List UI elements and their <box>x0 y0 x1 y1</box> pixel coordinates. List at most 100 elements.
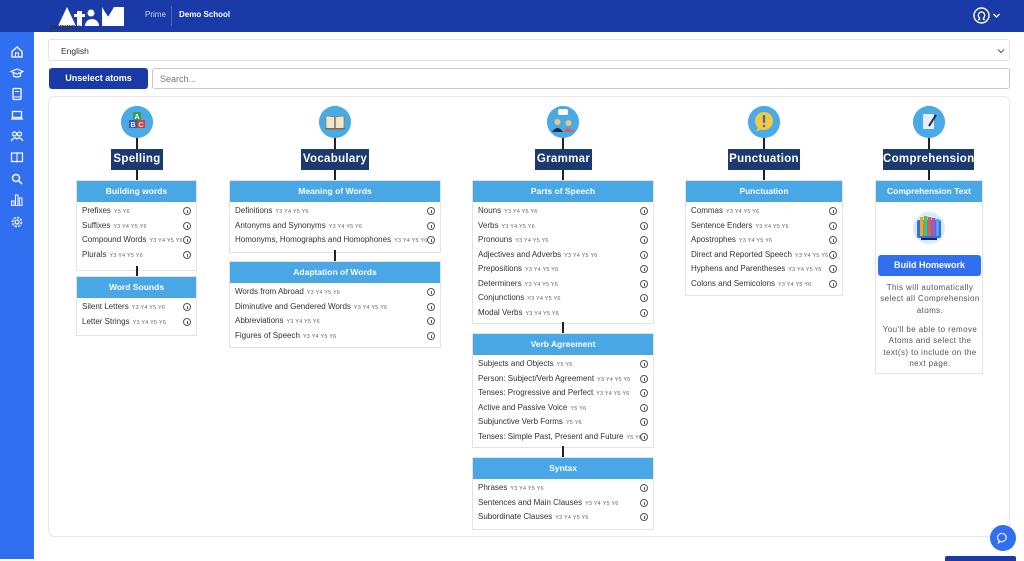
gear-icon[interactable] <box>10 215 24 229</box>
atom-item[interactable]: Figures of Speech Y3 Y4 Y5 Y6 <box>230 329 440 344</box>
atom-item[interactable]: Sentences and Main Clauses Y3 Y4 Y5 Y6 <box>473 496 653 511</box>
info-icon[interactable] <box>640 403 648 412</box>
info-icon[interactable] <box>829 236 837 244</box>
info-icon[interactable] <box>640 432 648 441</box>
nav-school-name[interactable]: Demo School <box>179 10 230 19</box>
atom-label: Definitions <box>235 206 273 215</box>
info-icon[interactable] <box>640 418 648 426</box>
atom-item[interactable]: Prefixes Y5 Y6 <box>77 204 196 219</box>
info-icon[interactable] <box>640 236 648 244</box>
atom-item[interactable]: Words from Abroad Y3 Y4 Y5 Y6 <box>230 285 440 300</box>
atom-item[interactable]: Subordinate Clauses Y3 Y4 Y5 Y6 <box>473 510 653 525</box>
year-tags: Y3 Y4 Y5 Y6 <box>525 267 559 273</box>
info-icon[interactable] <box>640 374 648 383</box>
chat-button[interactable] <box>990 525 1016 551</box>
atom-item[interactable]: Compound Words Y3 Y4 Y5 Y6 <box>77 233 196 248</box>
home-icon[interactable] <box>10 45 24 59</box>
atom-item[interactable]: Plurals Y3 Y4 Y5 Y6 <box>77 248 196 263</box>
connector-line <box>334 170 336 180</box>
info-icon[interactable] <box>183 317 191 326</box>
atom-item[interactable]: Commas Y3 Y4 Y5 Y6 <box>686 204 842 219</box>
atom-item[interactable]: Adjectives and Adverbs Y3 Y4 Y5 Y6 <box>473 248 653 263</box>
subject-select[interactable]: English <box>48 39 1010 61</box>
atom-item[interactable]: Colons and Semicolons Y3 Y4 Y5 Y6 <box>686 277 842 292</box>
open-book-icon[interactable] <box>10 150 24 164</box>
atom-label: Verbs <box>478 220 499 230</box>
atom-item[interactable]: Nouns Y3 Y4 Y5 Y6 <box>473 204 653 219</box>
user-avatar-icon[interactable] <box>973 7 990 24</box>
info-icon[interactable] <box>640 360 648 368</box>
atom-item[interactable]: Verbs Y3 Y4 Y5 Y6 <box>473 219 653 234</box>
info-icon[interactable] <box>427 302 435 311</box>
atom-item[interactable]: Antonyms and Synonyms Y3 Y4 Y5 Y6 <box>230 219 440 234</box>
info-icon[interactable] <box>640 484 648 492</box>
chevron-down-icon[interactable] <box>992 11 1001 20</box>
atom-item[interactable]: Suffixes Y3 Y4 Y5 Y6 <box>77 219 196 234</box>
info-icon[interactable] <box>183 207 191 215</box>
atom-item[interactable]: Homonyms, Homographs and Homophones Y3 Y4… <box>230 233 440 248</box>
info-icon[interactable] <box>829 221 837 230</box>
atom-item[interactable]: Diminutive and Gendered Words Y3 Y4 Y5 Y6 <box>230 300 440 315</box>
info-icon[interactable] <box>640 279 648 288</box>
info-icon[interactable] <box>640 498 648 507</box>
atom-item[interactable]: Abbreviations Y3 Y4 Y5 Y6 <box>230 314 440 329</box>
atom-item[interactable]: Conjunctions Y3 Y4 Y5 Y6 <box>473 291 653 306</box>
atom-item[interactable]: Person: Subject/Verb Agreement Y3 Y4 Y5 Y… <box>473 372 653 387</box>
build-homework-button[interactable]: Build Homework <box>878 255 981 276</box>
year-tags: Y5 Y6 <box>556 362 573 368</box>
atom-item[interactable]: Subjunctive Verb Forms Y5 Y6 <box>473 415 653 430</box>
search-icon[interactable] <box>10 172 24 186</box>
info-icon[interactable] <box>640 294 648 302</box>
info-icon[interactable] <box>640 308 648 317</box>
info-icon[interactable] <box>427 221 435 230</box>
atom-item[interactable]: Letter Strings Y3 Y4 Y5 Y6 <box>77 315 196 330</box>
nav-prime[interactable]: Prime <box>145 10 166 19</box>
year-tags: Y3 Y4 Y5 Y6 <box>564 252 598 259</box>
atom-item[interactable]: Modal Verbs Y3 Y4 Y5 Y6 <box>473 306 653 321</box>
users-icon[interactable] <box>10 129 24 143</box>
info-icon[interactable] <box>183 236 191 244</box>
info-icon[interactable] <box>640 207 648 215</box>
graduation-cap-icon[interactable] <box>10 66 24 80</box>
atom-item[interactable]: Tenses: Simple Past, Present and Future Y… <box>473 430 653 445</box>
info-icon[interactable] <box>427 207 435 215</box>
info-icon[interactable] <box>183 221 191 230</box>
atom-item[interactable]: Pronouns Y3 Y4 Y5 Y6 <box>473 233 653 248</box>
atom-item[interactable]: Apostrophes Y3 Y4 Y5 Y6 <box>686 233 842 248</box>
info-icon[interactable] <box>640 221 648 230</box>
info-icon[interactable] <box>640 513 648 521</box>
atom-logo[interactable] <box>58 5 126 26</box>
atom-item[interactable]: Phrases Y3 Y4 Y5 Y6 <box>473 481 653 496</box>
atom-item[interactable]: Prepositions Y3 Y4 Y5 Y6 <box>473 262 653 277</box>
atom-item[interactable]: Hyphens and Parentheses Y3 Y4 Y5 Y6 <box>686 262 842 277</box>
unselect-atoms-button[interactable]: Unselect atoms <box>49 68 148 89</box>
info-icon[interactable] <box>427 236 435 244</box>
atom-item[interactable]: Subjects and Objects Y5 Y6 <box>473 357 653 372</box>
atom-item[interactable]: Silent Letters Y3 Y4 Y5 Y6 <box>77 300 196 315</box>
info-icon[interactable] <box>640 389 648 397</box>
year-tags: Y3 Y4 Y5 Y6 <box>596 391 630 397</box>
info-icon[interactable] <box>829 265 837 273</box>
info-icon[interactable] <box>183 303 191 311</box>
info-icon[interactable] <box>829 250 837 259</box>
info-icon[interactable] <box>427 331 435 340</box>
atom-item[interactable]: Sentence Enders Y3 Y4 Y5 Y6 <box>686 219 842 234</box>
atom-item[interactable]: Determiners Y3 Y4 Y5 Y6 <box>473 277 653 292</box>
info-icon[interactable] <box>829 207 837 215</box>
book-icon[interactable] <box>10 87 24 101</box>
info-icon[interactable] <box>183 250 191 259</box>
atom-item[interactable]: Active and Passive Voice Y5 Y6 <box>473 401 653 416</box>
laptop-icon[interactable] <box>10 108 24 122</box>
atom-item[interactable]: Definitions Y3 Y4 Y5 Y6 <box>230 204 440 219</box>
info-icon[interactable] <box>640 250 648 259</box>
atom-item[interactable]: Direct and Reported Speech Y3 Y4 Y5 Y6 <box>686 248 842 263</box>
info-icon[interactable] <box>640 265 648 273</box>
notepad-pencil-icon <box>913 106 945 138</box>
bar-chart-icon[interactable] <box>10 193 24 207</box>
atom-item[interactable]: Tenses: Progressive and Perfect Y3 Y4 Y5 … <box>473 386 653 401</box>
info-icon[interactable] <box>427 288 435 296</box>
info-icon[interactable] <box>829 279 837 288</box>
info-icon[interactable] <box>427 317 435 325</box>
atom-label: Sentences and Main Clauses <box>478 497 583 507</box>
search-input[interactable] <box>152 68 1010 89</box>
